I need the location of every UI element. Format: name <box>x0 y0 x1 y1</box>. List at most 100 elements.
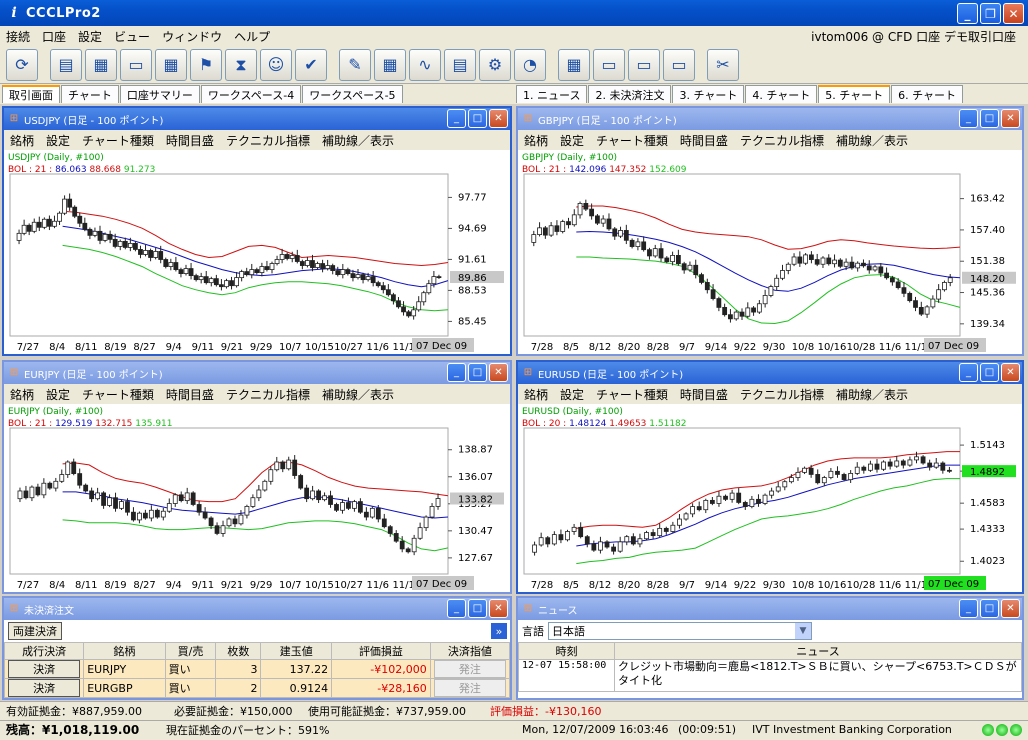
chart-close-button[interactable]: ✕ <box>1001 109 1020 128</box>
menu-view[interactable]: ビュー <box>108 28 156 45</box>
chart-minimize-button[interactable]: _ <box>447 109 466 128</box>
window-minus-icon[interactable]: ▭ <box>628 48 660 81</box>
news-maximize-button[interactable]: □ <box>980 599 999 618</box>
window-icon[interactable]: ▭ <box>593 48 625 81</box>
chart-menu-item[interactable]: テクニカル指標 <box>734 386 830 403</box>
chart-menu-item[interactable]: テクニカル指標 <box>734 132 830 149</box>
chart-minimize-button[interactable]: _ <box>959 363 978 382</box>
news-minimize-button[interactable]: _ <box>959 599 978 618</box>
tab-account-summary[interactable]: 口座サマリー <box>119 85 200 103</box>
signal-icon[interactable]: ◔ <box>514 48 546 81</box>
news-time: 12-07 15:58:00 <box>518 659 615 692</box>
restore-button[interactable]: ❐ <box>980 3 1001 24</box>
tab-news[interactable]: 1. ニュース <box>516 85 588 103</box>
orders-close-button[interactable]: ✕ <box>489 599 508 618</box>
chart-menu-item[interactable]: 銘柄 <box>4 386 40 403</box>
layout-icon[interactable]: ▦ <box>558 48 590 81</box>
window-close-icon[interactable]: ▭ <box>663 48 695 81</box>
close-button[interactable]: ✕ <box>1003 3 1024 24</box>
limit-order-button[interactable]: 発注 <box>433 679 506 697</box>
language-select[interactable]: 日本語 ▼ <box>548 622 812 640</box>
open-book-icon[interactable]: ▭ <box>120 48 152 81</box>
chart-menu-item[interactable]: テクニカル指標 <box>220 132 316 149</box>
chart-menu-item[interactable]: 設定 <box>554 132 590 149</box>
orders-maximize-button[interactable]: □ <box>468 599 487 618</box>
menu-help[interactable]: ヘルプ <box>228 28 276 45</box>
chart-menu-item[interactable]: 時間目盛 <box>674 132 734 149</box>
tab-workspace-5[interactable]: ワークスペース-5 <box>302 85 403 103</box>
forward-icon[interactable]: » <box>490 622 508 640</box>
chart-menu-item[interactable]: 設定 <box>40 132 76 149</box>
tab-chart[interactable]: チャート <box>61 85 119 103</box>
menu-connect[interactable]: 接続 <box>0 28 36 45</box>
tab-open-orders[interactable]: 2. 未決済注文 <box>588 85 672 103</box>
chart-menu-item[interactable]: 時間目盛 <box>674 386 734 403</box>
chart-close-button[interactable]: ✕ <box>1001 363 1020 382</box>
chart-menu-item[interactable]: チャート種類 <box>590 386 674 403</box>
candle <box>423 516 429 529</box>
chart-area[interactable]: GBPJPY (Daily, #100) BOL : 21 : 142.096 1… <box>518 150 1022 354</box>
order-list-icon[interactable]: ▤ <box>50 48 82 81</box>
tab-chart-5[interactable]: 5. チャート <box>818 85 891 103</box>
orders-minimize-button[interactable]: _ <box>447 599 466 618</box>
chart-menu-item[interactable]: 銘柄 <box>518 132 554 149</box>
tab-trading[interactable]: 取引画面 <box>2 85 60 103</box>
chart-menu-item[interactable]: 補助線／表示 <box>316 386 400 403</box>
chart-menu-item[interactable]: 時間目盛 <box>160 132 220 149</box>
document-icon[interactable]: ▤ <box>444 48 476 81</box>
chart-menu-item[interactable]: 設定 <box>40 386 76 403</box>
calendar-icon[interactable]: ▦ <box>155 48 187 81</box>
tab-chart-3[interactable]: 3. チャート <box>672 85 745 103</box>
chart-menu-item[interactable]: チャート種類 <box>590 132 674 149</box>
settle-button[interactable]: 決済 <box>8 660 81 678</box>
chart-maximize-button[interactable]: □ <box>468 363 487 382</box>
flag-icon[interactable]: ⚑ <box>190 48 222 81</box>
chart-menu-item[interactable]: 銘柄 <box>518 386 554 403</box>
tab-chart-4[interactable]: 4. チャート <box>745 85 818 103</box>
news-close-button[interactable]: ✕ <box>1001 599 1020 618</box>
rate-panel-icon[interactable]: ▦ <box>85 48 117 81</box>
settle-button[interactable]: 決済 <box>8 679 81 697</box>
chart-minimize-button[interactable]: _ <box>959 109 978 128</box>
pen-icon[interactable]: ✎ <box>339 48 371 81</box>
chart-menu-item[interactable]: 補助線／表示 <box>830 132 914 149</box>
menu-window[interactable]: ウィンドウ <box>156 28 228 45</box>
chart-area[interactable]: EURUSD (Daily, #100) BOL : 20 : 1.48124 1… <box>518 404 1022 592</box>
settle-all-button[interactable]: 両建決済 <box>8 622 62 640</box>
candle <box>532 544 537 553</box>
chart-area[interactable]: EURJPY (Daily, #100) BOL : 21 : 129.519 1… <box>4 404 510 592</box>
connect-icon[interactable]: ⟳ <box>6 48 38 81</box>
settings-doc-icon[interactable]: ⚙ <box>479 48 511 81</box>
chart-maximize-button[interactable]: □ <box>468 109 487 128</box>
contacts-icon[interactable]: ☺ <box>260 48 292 81</box>
chart-maximize-button[interactable]: □ <box>980 363 999 382</box>
chart-close-button[interactable]: ✕ <box>489 363 508 382</box>
chart-maximize-button[interactable]: □ <box>980 109 999 128</box>
chart-area[interactable]: USDJPY (Daily, #100) BOL : 21 : 86.063 88… <box>4 150 510 354</box>
menu-settings[interactable]: 設定 <box>72 28 108 45</box>
chart-menu-item[interactable]: 補助線／表示 <box>316 132 400 149</box>
news-row[interactable]: 12-07 15:58:00 クレジット市場動向＝鹿島<1812.T>ＳＢに買い… <box>518 659 1022 692</box>
chart-menu-item[interactable]: 銘柄 <box>4 132 40 149</box>
chart-close-button[interactable]: ✕ <box>489 109 508 128</box>
spreadsheet-icon[interactable]: ▦ <box>374 48 406 81</box>
chart-menu-item[interactable]: 補助線／表示 <box>830 386 914 403</box>
chart-menu-item[interactable]: 設定 <box>554 386 590 403</box>
clock-check-icon[interactable]: ✔ <box>295 48 327 81</box>
chart-minimize-button[interactable]: _ <box>447 363 466 382</box>
tab-chart-6[interactable]: 6. チャート <box>891 85 964 103</box>
minimize-button[interactable]: _ <box>957 3 978 24</box>
hourglass-icon[interactable]: ⧗ <box>225 48 257 81</box>
tools-icon[interactable]: ✂ <box>707 48 739 81</box>
chart-menu-item[interactable]: 時間目盛 <box>160 386 220 403</box>
line-chart-icon[interactable]: ∿ <box>409 48 441 81</box>
chart-menu-item[interactable]: チャート種類 <box>76 386 160 403</box>
limit-order-button[interactable]: 発注 <box>433 660 506 678</box>
tab-workspace-4[interactable]: ワークスペース-4 <box>200 85 302 103</box>
table-row: 決済 EURGBP 買い 2 0.9124 -¥28,160 発注 <box>3 678 511 698</box>
menu-account[interactable]: 口座 <box>36 28 72 45</box>
chevron-down-icon[interactable]: ▼ <box>795 623 811 639</box>
chart-menu-item[interactable]: チャート種類 <box>76 132 160 149</box>
x-tick-label: 9/29 <box>250 342 272 353</box>
chart-menu-item[interactable]: テクニカル指標 <box>220 386 316 403</box>
